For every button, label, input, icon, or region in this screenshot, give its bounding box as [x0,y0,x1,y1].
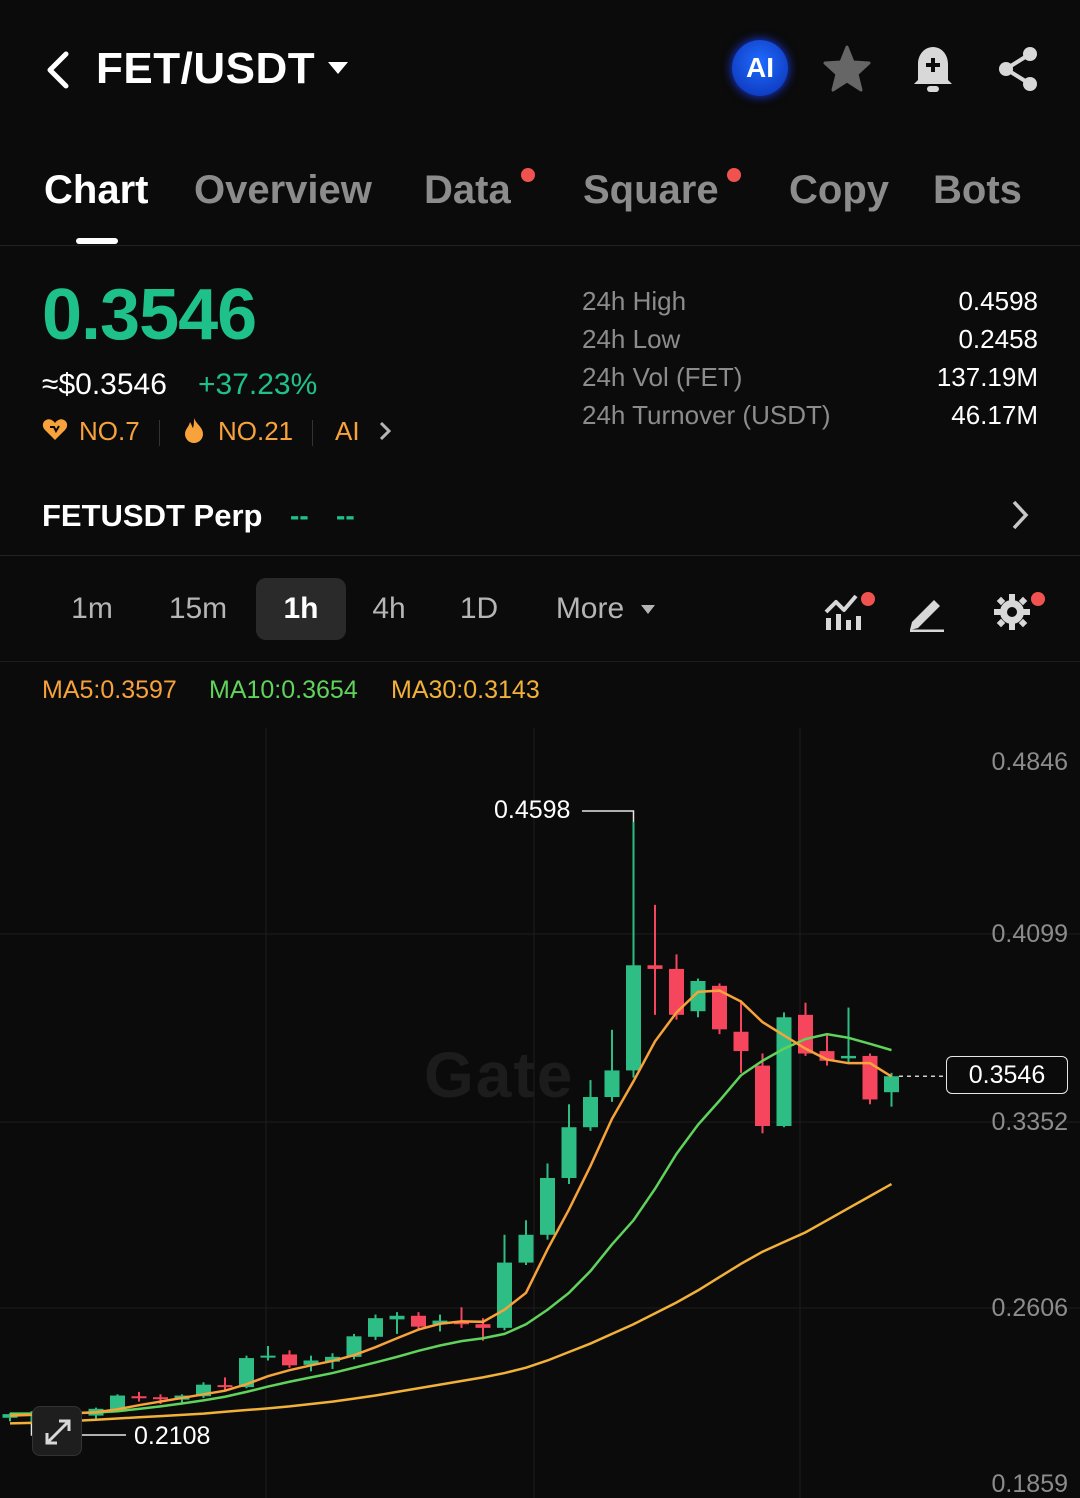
indicators-icon[interactable] [822,590,866,632]
heart-rank-icon [42,419,68,440]
ma5-line [9,989,893,1417]
interval-1m[interactable]: 1m [52,578,132,640]
candle-body [217,1385,233,1388]
divider [312,420,313,446]
stat-row: 24h Turnover (USDT) 46.17M [582,400,1038,438]
candle-body [153,1397,168,1400]
stat-value: 46.17M [951,400,1038,430]
y-axis-tick: 0.4099 [991,920,1068,948]
stat-value: 137.19M [936,362,1038,392]
draw-tool-icon[interactable] [906,590,950,632]
candle-body [282,1354,297,1366]
category-tag[interactable]: AI [335,416,360,447]
chevron-down-icon[interactable] [326,60,350,76]
candle-body [389,1315,405,1320]
candle-body [260,1355,276,1358]
candle-body [733,1031,749,1052]
perp-name: FETUSDT Perp [42,498,263,533]
rank-badge-1[interactable]: NO.7 [79,416,140,447]
stat-label: 24h High [582,286,687,316]
candle-body [131,1396,147,1399]
high-price-marker: 0.4598 [494,796,571,824]
pair-title[interactable]: FET/USDT [96,44,315,94]
settings-gear-icon[interactable] [990,590,1034,632]
share-icon[interactable] [994,44,1042,94]
candle-body [561,1127,577,1178]
ai-assistant-button[interactable]: AI [732,40,788,96]
interval-more[interactable]: More [540,578,640,640]
interval-15m[interactable]: 15m [156,578,240,640]
stat-row: 24h Low 0.2458 [582,324,1038,362]
candle-body [583,1097,598,1128]
ma5-label: MA5:0.3597 [42,676,177,704]
candle-body [604,1070,620,1098]
notification-dot [521,168,535,182]
perp-price: -- [290,500,309,531]
candle-body [841,1055,856,1059]
stat-label: 24h Turnover (USDT) [582,400,831,430]
stat-row: 24h High 0.4598 [582,286,1038,324]
last-price: 0.3546 [42,275,257,355]
y-axis-tick: 0.4846 [991,748,1068,776]
ma30-label: MA30:0.3143 [391,676,540,704]
usd-price: ≈$0.3546 [42,368,167,401]
chevron-right-icon[interactable] [378,420,392,442]
interval-4h[interactable]: 4h [356,578,422,640]
stat-value: 0.4598 [958,286,1038,316]
back-arrow-icon[interactable] [42,50,78,90]
high-marker-leader [582,810,635,822]
interval-1d[interactable]: 1D [446,578,512,640]
tab-bots[interactable]: Bots [933,168,1022,213]
candle-body [755,1065,770,1127]
y-axis-tick: 0.3352 [991,1108,1068,1136]
active-tab-indicator [76,238,118,244]
interval-bar: 1m 15m 1h 4h 1D More [0,560,1080,662]
candle-body [540,1177,555,1235]
candle-body [475,1324,491,1328]
ma30-line [9,1182,893,1425]
notification-dot [1031,592,1045,606]
tab-overview[interactable]: Overview [194,168,372,213]
tab-data[interactable]: Data [424,168,511,213]
stats-panel: 24h High 0.4598 24h Low 0.2458 24h Vol (… [582,286,1038,438]
perp-change: -- [336,500,355,531]
stat-value: 0.2458 [958,324,1038,354]
stat-row: 24h Vol (FET) 137.19M [582,362,1038,400]
price-change-percent: +37.23% [198,368,318,401]
candle-body [497,1262,512,1328]
rank-badge-2[interactable]: NO.21 [218,416,293,447]
candle-body [626,965,641,1071]
candlestick-chart[interactable]: Gate 0.4846 0.4099 0.3352 0.2606 0.1859 … [0,728,1080,1498]
divider [159,420,160,446]
y-axis-tick: 0.1859 [991,1470,1068,1498]
low-price-marker: 0.2108 [134,1422,211,1450]
candle-body [647,965,663,969]
ma10-label: MA10:0.3654 [209,676,358,704]
header: FET/USDT AI [0,0,1080,140]
fire-icon [185,418,203,443]
candle-body [884,1076,899,1093]
tab-square[interactable]: Square [583,168,719,213]
y-axis-tick: 0.2606 [991,1294,1068,1322]
candle-body [368,1318,383,1337]
stat-label: 24h Low [582,324,681,354]
chevron-right-icon[interactable] [1008,498,1032,532]
notification-dot [861,592,875,606]
candle-body [518,1234,534,1263]
perp-link-row[interactable]: FETUSDT Perp -- -- [0,476,1080,556]
tab-copy[interactable]: Copy [789,168,889,213]
price-alert-bell-icon[interactable] [908,42,958,94]
chevron-down-icon[interactable] [640,604,656,616]
stat-label: 24h Vol (FET) [582,362,743,392]
current-price-tag: 0.3546 [946,1056,1068,1094]
main-tabs: Chart Overview Data Square Copy Bots [0,150,1080,246]
expand-icon [45,1419,71,1445]
tab-chart[interactable]: Chart [44,168,148,213]
notification-dot [727,168,741,182]
star-icon[interactable] [822,44,872,94]
fullscreen-button[interactable] [32,1406,82,1456]
interval-1h[interactable]: 1h [256,578,346,640]
chart-canvas[interactable] [0,728,1080,1498]
candle-body [411,1315,426,1327]
